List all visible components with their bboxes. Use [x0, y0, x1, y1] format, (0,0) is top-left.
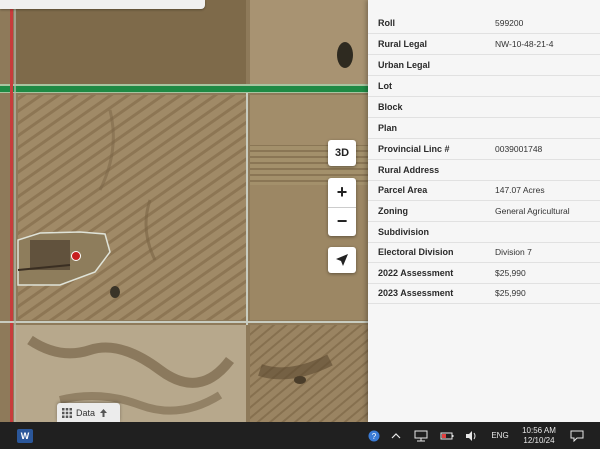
satellite-imagery: [0, 0, 368, 422]
clock-date: 12/10/24: [523, 435, 555, 445]
zoom-in-button[interactable]: +: [328, 178, 356, 207]
info-value: General Agricultural: [495, 206, 570, 216]
search-box[interactable]: [0, 0, 205, 9]
info-label: Parcel Area: [378, 185, 428, 195]
grid-icon: [62, 407, 72, 418]
volume-icon[interactable]: [463, 422, 481, 449]
info-row-2022-assessment: 2022 Assessment $25,990: [368, 263, 600, 284]
info-label: Electoral Division: [378, 247, 454, 257]
battery-glyph: [440, 432, 454, 439]
3d-view-button[interactable]: 3D: [328, 140, 356, 166]
info-row-provincial-linc: Provincial Linc # 0039001748: [368, 139, 600, 160]
info-value: 599200: [495, 18, 524, 28]
svg-text:?: ?: [372, 432, 377, 441]
info-value: $25,990: [495, 288, 526, 298]
info-label: Lot: [378, 81, 392, 91]
locate-button[interactable]: [328, 247, 356, 273]
notification-glyph: [570, 430, 584, 442]
notification-icon[interactable]: [566, 422, 588, 449]
info-value: $25,990: [495, 268, 526, 278]
info-label: 2022 Assessment: [378, 268, 454, 278]
arrow-up-icon: [100, 408, 108, 417]
word-letter: W: [17, 428, 33, 443]
info-row-block: Block: [368, 97, 600, 118]
info-row-zoning: Zoning General Agricultural: [368, 201, 600, 222]
info-row-2023-assessment: 2023 Assessment $25,990: [368, 283, 600, 304]
zoom-control: + −: [328, 178, 356, 236]
parcel-info-panel: Roll 599200 Rural Legal NW-10-48-21-4 Ur…: [368, 0, 600, 422]
network-glyph: [414, 430, 428, 441]
info-label: Block: [378, 102, 403, 112]
info-value: 0039001748: [495, 144, 543, 154]
info-label: Zoning: [378, 206, 408, 216]
info-value: Division 7: [495, 247, 532, 257]
help-icon[interactable]: ?: [366, 422, 382, 449]
data-button[interactable]: Data: [57, 403, 120, 422]
info-label: Roll: [378, 18, 395, 28]
info-label: Plan: [378, 123, 398, 133]
battery-icon[interactable]: [438, 422, 456, 449]
info-row-lot: Lot: [368, 76, 600, 97]
app-screen: 3D + − Data Roll 599200 Rural Legal NW-1…: [0, 0, 600, 422]
help-icon-glyph: ?: [368, 430, 380, 441]
info-row-electoral-division: Electoral Division Division 7: [368, 242, 600, 263]
info-row-subdivision: Subdivision: [368, 222, 600, 243]
language-indicator[interactable]: ENG: [488, 422, 512, 449]
info-label: Provincial Linc #: [378, 144, 450, 154]
info-row-urban-legal: Urban Legal: [368, 55, 600, 76]
info-label: Subdivision: [378, 227, 430, 237]
info-label: Rural Address: [378, 165, 440, 175]
location-arrow-icon: [336, 254, 348, 266]
info-row-plan: Plan: [368, 118, 600, 139]
volume-glyph: [466, 430, 476, 441]
info-label: 2023 Assessment: [378, 288, 454, 298]
info-row-parcel-area: Parcel Area 147.07 Acres: [368, 180, 600, 201]
chevron-up-icon[interactable]: [388, 422, 404, 449]
info-label: Rural Legal: [378, 39, 428, 49]
info-row-roll: Roll 599200: [368, 13, 600, 34]
info-value: NW-10-48-21-4: [495, 39, 554, 49]
word-app-icon[interactable]: W: [14, 422, 36, 449]
clock[interactable]: 10:56 AM 12/10/24: [515, 422, 563, 449]
info-row-rural-address: Rural Address: [368, 160, 600, 181]
data-button-label: Data: [76, 407, 96, 418]
info-row-rural-legal: Rural Legal NW-10-48-21-4: [368, 34, 600, 55]
network-icon[interactable]: [412, 422, 430, 449]
clock-time: 10:56 AM: [522, 425, 556, 435]
info-value: 147.07 Acres: [495, 185, 545, 195]
info-label: Urban Legal: [378, 60, 431, 70]
zoom-out-button[interactable]: −: [328, 206, 356, 237]
chevron-up-glyph: [391, 432, 401, 438]
map-view[interactable]: [0, 0, 368, 422]
windows-taskbar: W ? ENG 10:56 AM 12/10/24: [0, 422, 600, 449]
